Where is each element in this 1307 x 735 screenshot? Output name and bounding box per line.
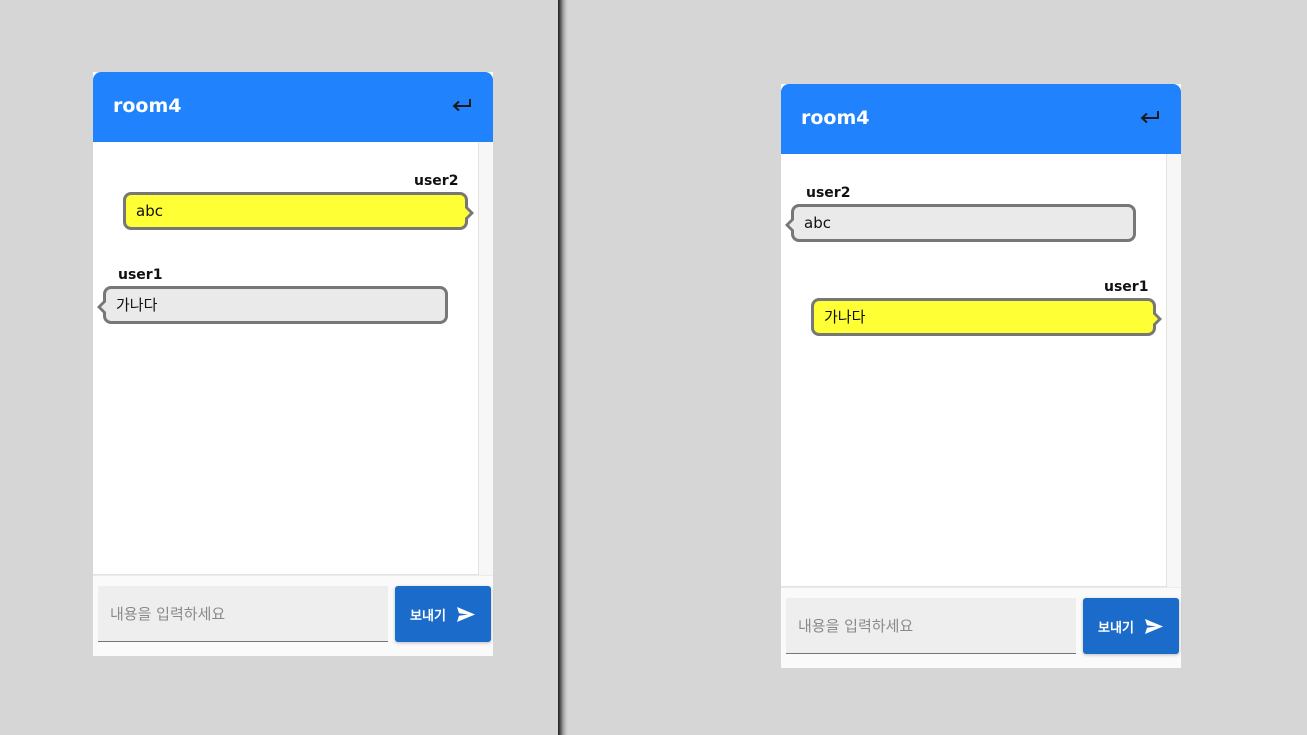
send-button[interactable]: 보내기 — [395, 586, 491, 642]
message-bubble-other: abc — [785, 204, 1136, 242]
pane-divider — [558, 0, 568, 735]
message-input[interactable] — [786, 598, 1076, 654]
return-arrow-icon — [452, 99, 471, 112]
chat-header: room4 — [93, 72, 493, 142]
send-button[interactable]: 보내기 — [1083, 598, 1179, 654]
message-composer: 보내기 — [781, 587, 1181, 668]
message-input[interactable] — [98, 586, 388, 642]
message-username: user1 — [1104, 279, 1149, 295]
back-button[interactable] — [1137, 104, 1163, 130]
message-bubble-mine: 가나다 — [811, 298, 1162, 336]
send-button-label: 보내기 — [1098, 620, 1134, 636]
message-bubble-mine: abc — [123, 192, 474, 230]
scrollbar[interactable] — [479, 142, 493, 575]
chat-window: room4 user2 abc user1 가나다 보내기 — [781, 84, 1181, 668]
chat-window: room4 user2 abc user1 가나다 보내기 — [93, 72, 493, 656]
paper-plane-icon — [1144, 618, 1164, 635]
message-composer: 보내기 — [93, 575, 493, 656]
message-bubble-other: 가나다 — [97, 286, 448, 324]
message-username: user2 — [414, 173, 459, 189]
scrollbar[interactable] — [1167, 154, 1181, 587]
send-button-label: 보내기 — [410, 608, 446, 624]
right-pane: room4 user2 abc user1 가나다 보내기 — [568, 0, 1307, 735]
message-list[interactable]: user2 abc user1 가나다 — [781, 154, 1167, 587]
chat-header: room4 — [781, 84, 1181, 154]
room-title: room4 — [113, 95, 182, 117]
message-username: user1 — [118, 267, 163, 283]
back-button[interactable] — [449, 92, 475, 118]
return-arrow-icon — [1140, 111, 1159, 124]
message-username: user2 — [806, 185, 851, 201]
paper-plane-icon — [456, 606, 476, 623]
left-pane: room4 user2 abc user1 가나다 보내기 — [0, 0, 558, 735]
room-title: room4 — [801, 107, 870, 129]
message-list[interactable]: user2 abc user1 가나다 — [93, 142, 479, 575]
